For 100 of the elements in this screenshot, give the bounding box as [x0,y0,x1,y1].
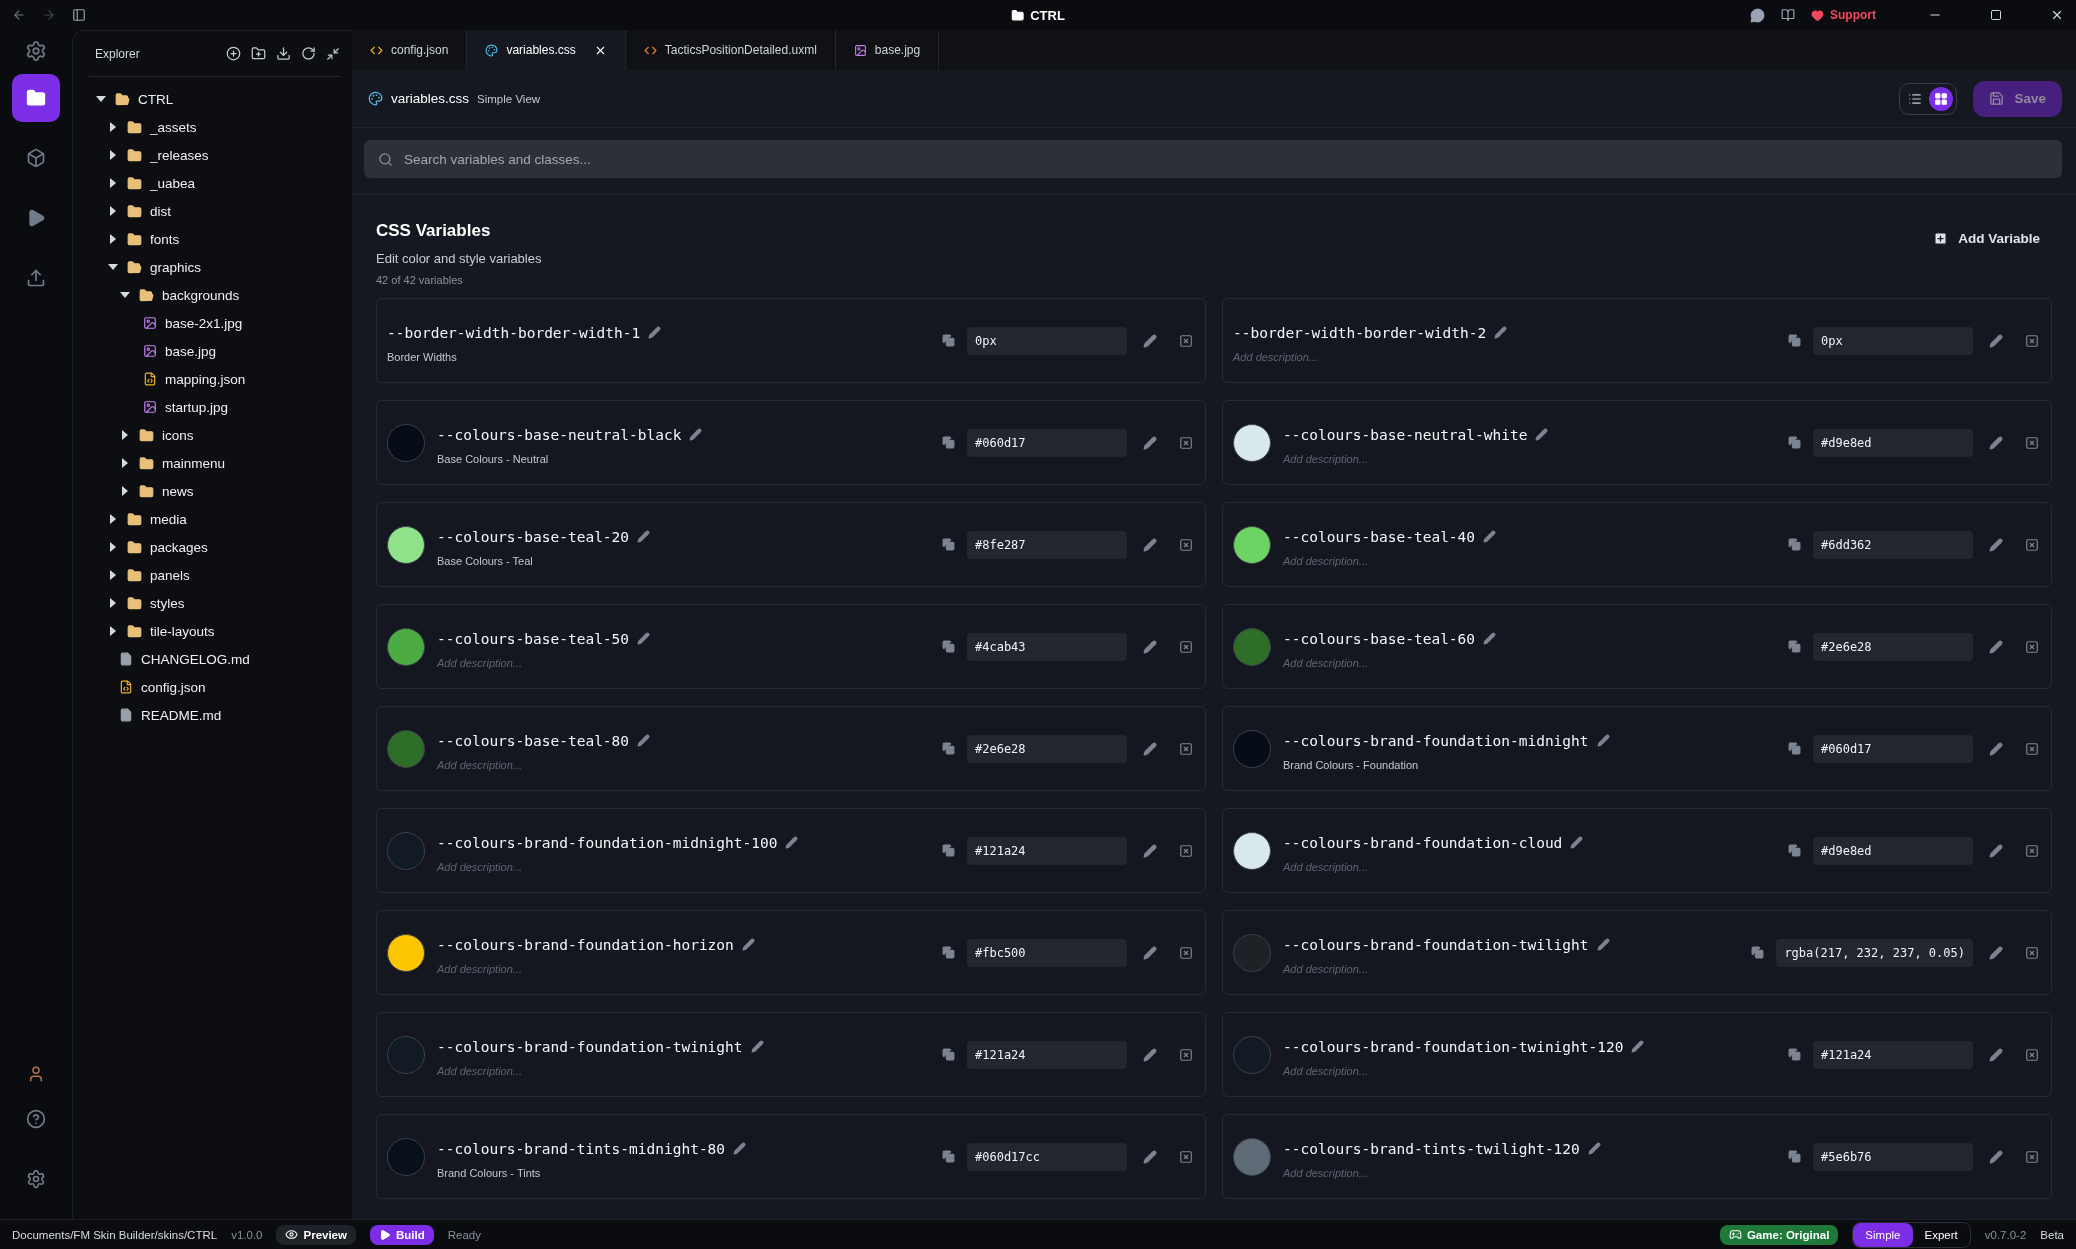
value-field[interactable]: #060d17 [1813,734,1973,763]
copy-icon[interactable] [1751,946,1765,959]
delete-icon[interactable] [2025,1149,2039,1164]
color-swatch[interactable] [387,831,425,870]
copy-icon[interactable] [942,844,955,857]
copy-icon[interactable] [1788,844,1801,857]
tree-item[interactable]: README.md [141,707,222,723]
value-field[interactable]: #4cab43 [967,632,1127,661]
pencil-icon[interactable] [1989,843,2003,858]
delete-icon[interactable] [2025,333,2039,348]
tree-item[interactable]: startup.jpg [165,399,229,415]
copy-icon[interactable] [942,1150,955,1163]
copy-icon[interactable] [1788,1150,1801,1163]
delete-icon[interactable] [2025,639,2039,654]
tree-item[interactable]: media [150,511,187,527]
tree-item[interactable]: _uabea [150,175,196,191]
support-link[interactable]: Support [1811,8,1876,22]
pencil-icon[interactable] [1143,843,1157,858]
copy-icon[interactable] [942,742,955,755]
value-field[interactable]: #060d17 [967,428,1127,457]
color-swatch[interactable] [1233,729,1271,768]
color-swatch[interactable] [387,729,425,768]
tree-item[interactable]: fonts [150,231,180,247]
color-swatch[interactable] [387,423,425,462]
pencil-icon[interactable] [1989,537,2003,552]
pencil-icon[interactable] [1989,639,2003,654]
delete-icon[interactable] [1179,945,1193,960]
color-swatch[interactable] [1233,831,1271,870]
pencil-icon[interactable] [1989,1047,2003,1062]
tree-item[interactable]: dist [150,203,171,219]
mode-button[interactable]: Simple [1853,1222,1913,1247]
tree-item[interactable]: base-2x1.jpg [165,315,243,331]
delete-icon[interactable] [2025,1047,2039,1062]
value-field[interactable]: #6dd362 [1813,530,1973,559]
value-field[interactable]: #d9e8ed [1813,428,1973,457]
delete-icon[interactable] [2025,741,2039,756]
pencil-icon[interactable] [1143,1149,1157,1164]
tree-item[interactable]: _releases [150,147,209,163]
delete-icon[interactable] [1179,639,1193,654]
delete-icon[interactable] [2025,435,2039,450]
color-swatch[interactable] [387,933,425,972]
value-field[interactable]: #121a24 [967,836,1127,865]
copy-icon[interactable] [942,436,955,449]
tree-item[interactable]: CHANGELOG.md [141,651,250,667]
color-swatch[interactable] [387,627,425,666]
value-field[interactable]: 0px [1813,326,1973,355]
value-field[interactable]: #5e6b76 [1813,1142,1973,1171]
tree-item[interactable]: icons [162,427,194,443]
tree-item[interactable]: CTRL [138,91,174,107]
delete-icon[interactable] [2025,945,2039,960]
color-swatch[interactable] [1233,933,1271,972]
game-badge[interactable]: Game: Original [1719,1224,1839,1245]
delete-icon[interactable] [1179,435,1193,450]
pencil-icon[interactable] [1143,741,1157,756]
color-swatch[interactable] [1233,627,1271,666]
pencil-icon[interactable] [1143,537,1157,552]
pencil-icon[interactable] [1989,945,2003,960]
color-swatch[interactable] [387,1137,425,1176]
copy-icon[interactable] [942,334,955,347]
editor-tab[interactable]: base.jpg [835,30,940,70]
delete-icon[interactable] [1179,1047,1193,1062]
pencil-icon[interactable] [1143,1047,1157,1062]
color-swatch[interactable] [1233,525,1271,564]
editor-tab[interactable]: variables.css [467,30,626,70]
copy-icon[interactable] [942,538,955,551]
explorer-button[interactable] [12,74,60,122]
tree-item[interactable]: graphics [150,259,202,275]
color-swatch[interactable] [1233,1035,1271,1074]
pencil-icon[interactable] [1143,639,1157,654]
tree-item[interactable]: panels [150,567,190,583]
color-swatch[interactable] [387,1035,425,1074]
copy-icon[interactable] [942,946,955,959]
copy-icon[interactable] [1788,334,1801,347]
value-field[interactable]: #d9e8ed [1813,836,1973,865]
pencil-icon[interactable] [1143,333,1157,348]
build-button[interactable]: Build [369,1224,434,1245]
pencil-icon[interactable] [1989,1149,2003,1164]
tree-item[interactable]: mapping.json [165,371,246,387]
search-field[interactable]: Search variables and classes... [364,140,2062,178]
copy-icon[interactable] [942,640,955,653]
copy-icon[interactable] [1788,1048,1801,1061]
preview-button[interactable]: Preview [276,1224,356,1245]
tree-item[interactable]: packages [150,539,208,555]
tree-item[interactable]: news [162,483,194,499]
grid-view-button[interactable] [1929,86,1954,111]
tree-item[interactable]: mainmenu [162,455,226,471]
tree-item[interactable]: base.jpg [165,343,217,359]
pencil-icon[interactable] [1989,741,2003,756]
tree-item[interactable]: styles [150,595,185,611]
pencil-icon[interactable] [1989,333,2003,348]
tree-item[interactable]: tile-layouts [150,623,215,639]
value-field[interactable]: #8fe287 [967,530,1127,559]
value-field[interactable]: #2e6e28 [1813,632,1973,661]
value-field[interactable]: #2e6e28 [967,734,1127,763]
delete-icon[interactable] [1179,333,1193,348]
pencil-icon[interactable] [1143,435,1157,450]
color-swatch[interactable] [1233,1137,1271,1176]
color-swatch[interactable] [387,525,425,564]
editor-tab[interactable]: TacticsPositionDetailed.uxml [625,30,836,70]
add-variable-button[interactable]: Add Variable [1921,227,2052,250]
